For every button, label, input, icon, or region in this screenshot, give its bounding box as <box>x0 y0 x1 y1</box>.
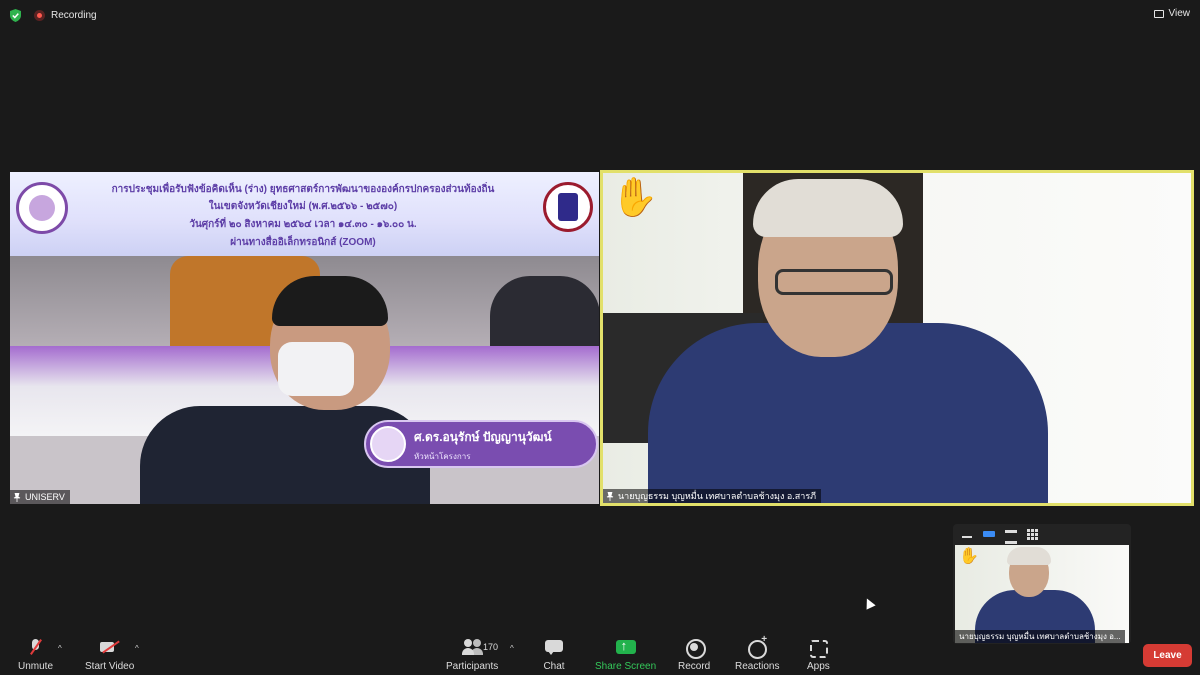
nameplate-role: หัวหน้าโครงการ <box>414 452 471 461</box>
participant-name-label: UNISERV <box>10 490 70 504</box>
nameplate-name: ศ.ดร.อนุรักษ์ ปัญญานุวัฒน์ <box>414 430 552 444</box>
video-tile-active-speaker[interactable]: ✋ นายบุญธรรม บุญหมื่น เทศบาลตำบลช้างมุง … <box>600 170 1194 506</box>
start-video-button[interactable]: Start Video <box>85 638 134 672</box>
add-reaction-icon <box>746 634 768 659</box>
audio-options-caret[interactable]: ^ <box>58 644 62 653</box>
speaker-video <box>603 173 1191 503</box>
speaker-nameplate: ศ.ดร.อนุรักษ์ ปัญญานุวัฒน์ หัวหน้าโครงกา… <box>364 420 598 468</box>
top-bar: Recording View <box>0 0 1200 30</box>
minimize-icon[interactable] <box>960 528 974 540</box>
chat-bubble-icon <box>543 638 565 656</box>
banner-line-1: การประชุมเพื่อรับฟังข้อคิดเห็น (ร่าง) ยุ… <box>111 184 495 195</box>
self-view-video: ✋ นายบุญธรรม บุญหมื่น เทศบาลตำบลช้างมุง … <box>955 545 1129 643</box>
recording-dot-icon <box>34 9 45 21</box>
raised-hand-icon: ✋ <box>959 548 979 565</box>
encryption-shield-icon[interactable] <box>9 9 22 22</box>
muted-microphone-icon <box>25 638 47 656</box>
view-button[interactable]: View <box>1153 8 1191 19</box>
pin-icon <box>13 492 21 502</box>
organization-logo-right <box>543 182 593 232</box>
single-view-icon[interactable] <box>982 528 996 540</box>
apps-button[interactable]: Apps <box>807 638 830 672</box>
nameplate-logo <box>370 426 406 462</box>
strip-view-icon[interactable] <box>1004 528 1018 544</box>
participants-count: 170 <box>483 642 499 652</box>
view-grid-icon <box>1153 9 1164 18</box>
apps-icon <box>807 638 829 658</box>
meeting-banner: การประชุมเพื่อรับฟังข้อคิดเห็น (ร่าง) ยุ… <box>10 172 599 256</box>
video-options-caret[interactable]: ^ <box>135 644 139 653</box>
chat-button[interactable]: Chat <box>543 638 565 672</box>
reactions-button[interactable]: Reactions <box>735 634 779 672</box>
banner-line-4: ผ่านทางสื่ออิเล็กทรอนิกส์ (ZOOM) <box>230 237 376 248</box>
view-label: View <box>1168 8 1191 19</box>
share-screen-icon <box>615 638 637 656</box>
banner-line-3: วันศุกร์ที่ ๒๐ สิงหาคม ๒๕๖๔ เวลา ๑๔.๓๐ -… <box>189 219 417 230</box>
banner-line-2: ในเขตจังหวัดเชียงใหม่ (พ.ศ.๒๕๖๖ - ๒๕๗๐) <box>208 201 398 212</box>
share-screen-button[interactable]: Share Screen <box>595 638 656 672</box>
self-view-controls <box>953 524 1131 544</box>
participants-icon <box>461 638 483 656</box>
participant-name-label: นายบุญธรรม บุญหมื่น เทศบาลตำบลช้างมุง อ.… <box>603 489 822 503</box>
record-icon <box>683 638 707 659</box>
video-tile-uniserv[interactable]: การประชุมเพื่อรับฟังข้อคิดเห็น (ร่าง) ยุ… <box>10 172 599 504</box>
pin-icon <box>606 491 614 501</box>
recording-indicator[interactable]: Recording <box>34 8 97 22</box>
record-button[interactable]: Record <box>678 638 710 672</box>
gallery-view-icon[interactable] <box>1026 528 1040 540</box>
meeting-toolbar: Unmute ^ Start Video ^ Participants 170 … <box>0 632 1200 675</box>
participants-options-caret[interactable]: ^ <box>510 644 514 653</box>
video-off-icon <box>99 638 121 656</box>
self-view-panel[interactable]: ✋ นายบุญธรรม บุญหมื่น เทศบาลตำบลช้างมุง … <box>953 524 1131 644</box>
university-logo-left <box>16 182 68 234</box>
raised-hand-icon: ✋ <box>611 177 659 219</box>
recording-label: Recording <box>51 9 97 21</box>
unmute-button[interactable]: Unmute <box>18 638 53 672</box>
mouse-cursor-icon <box>862 596 876 610</box>
leave-button[interactable]: Leave <box>1143 644 1192 667</box>
